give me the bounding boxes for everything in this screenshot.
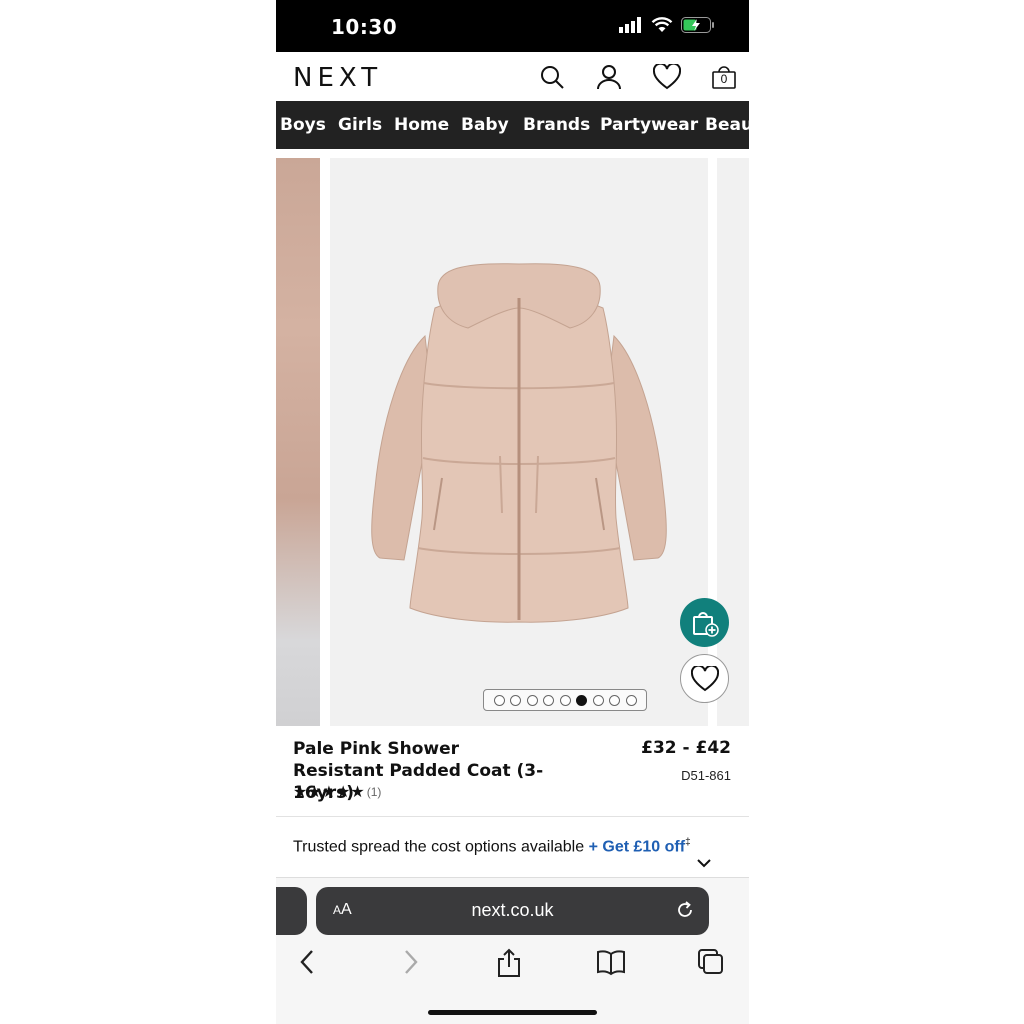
- nav-item-boys[interactable]: Boys: [280, 115, 326, 135]
- previous-product-image[interactable]: [276, 158, 320, 726]
- promo-link[interactable]: + Get £10 off: [589, 838, 685, 855]
- nav-item-baby[interactable]: Baby: [461, 115, 509, 135]
- pagination-dot[interactable]: [592, 694, 604, 706]
- chevron-down-icon[interactable]: [696, 856, 712, 874]
- nav-item-girls[interactable]: Girls: [338, 115, 382, 135]
- product-price: £32 - £42: [641, 738, 731, 758]
- address-bar[interactable]: AA next.co.uk: [316, 887, 709, 935]
- back-icon[interactable]: [298, 948, 318, 981]
- rating-stars[interactable]: ★★★★★ (1): [293, 782, 381, 802]
- payment-promo[interactable]: Trusted spread the cost options availabl…: [293, 831, 693, 859]
- pagination-dot[interactable]: [559, 694, 571, 706]
- bag-count: 0: [720, 72, 728, 86]
- product-info: Pale Pink Shower Resistant Padded Coat (…: [276, 726, 749, 816]
- status-icons: [619, 17, 715, 33]
- review-count[interactable]: (1): [367, 785, 382, 799]
- wishlist-heart-icon[interactable]: [653, 63, 681, 91]
- pagination-dot[interactable]: [493, 694, 505, 706]
- next-product-image[interactable]: [717, 158, 749, 726]
- account-icon[interactable]: [595, 63, 623, 91]
- product-gallery[interactable]: [276, 158, 749, 726]
- wifi-icon: [651, 17, 673, 32]
- previous-tab-preview[interactable]: [276, 887, 307, 935]
- pagination-dot-active[interactable]: [576, 694, 587, 706]
- pagination-dot[interactable]: [625, 694, 637, 706]
- shopping-bag-icon[interactable]: 0: [710, 63, 738, 91]
- site-header: NEXT 0: [276, 52, 749, 100]
- nav-item-home[interactable]: Home: [394, 115, 449, 135]
- status-bar: 10:30: [276, 0, 749, 52]
- battery-charging-icon: [681, 17, 714, 33]
- nav-item-beauty[interactable]: Beau: [705, 115, 749, 135]
- signal-icon: [619, 17, 641, 33]
- phone-screen: 10:30 NEXT 0 Boys Girls Home Baby Brands…: [276, 0, 749, 1024]
- nav-item-partywear[interactable]: Partywear: [600, 115, 698, 135]
- home-indicator: [428, 1010, 597, 1015]
- safari-toolbar: AA next.co.uk: [276, 877, 749, 1024]
- forward-icon[interactable]: [400, 948, 420, 981]
- pagination-dot[interactable]: [526, 694, 538, 706]
- search-icon[interactable]: [538, 63, 566, 91]
- nav-item-brands[interactable]: Brands: [523, 115, 590, 135]
- reload-icon[interactable]: [675, 900, 695, 925]
- heart-icon: [690, 665, 719, 691]
- next-logo[interactable]: NEXT: [293, 63, 382, 93]
- image-pagination[interactable]: [483, 689, 647, 711]
- pagination-dot[interactable]: [510, 694, 521, 706]
- product-code: D51-861: [681, 768, 731, 783]
- category-nav: Boys Girls Home Baby Brands Partywear Be…: [276, 101, 749, 149]
- star-icons: ★★★★★: [293, 784, 365, 801]
- pink-padded-coat-image: [371, 263, 667, 623]
- pagination-dot[interactable]: [609, 694, 620, 706]
- status-time: 10:30: [331, 15, 398, 39]
- url-text[interactable]: next.co.uk: [316, 900, 709, 921]
- tabs-icon[interactable]: [697, 948, 725, 981]
- bookmarks-icon[interactable]: [596, 948, 626, 981]
- pagination-dot[interactable]: [543, 694, 554, 706]
- add-to-bag-icon: [692, 611, 719, 637]
- promo-text: Trusted spread the cost options availabl…: [293, 838, 589, 856]
- share-icon[interactable]: [496, 948, 522, 983]
- divider: [276, 816, 749, 817]
- product-image[interactable]: [330, 158, 708, 726]
- promo-mark: ‡: [685, 837, 691, 848]
- save-to-favourites-button[interactable]: [680, 654, 729, 703]
- add-to-bag-button[interactable]: [680, 598, 729, 647]
